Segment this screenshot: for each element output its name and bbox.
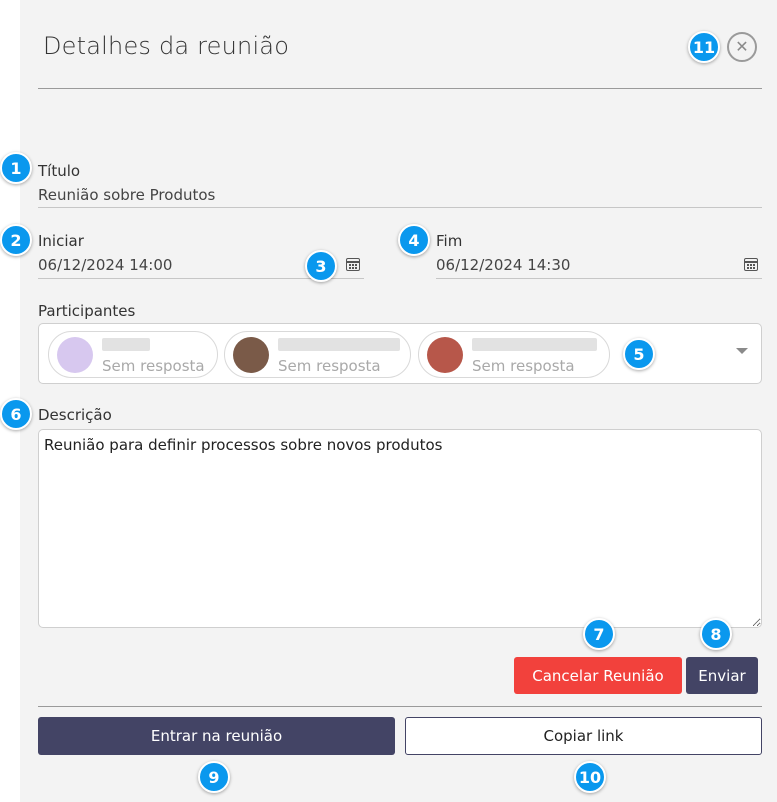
annotation-badge: 2 bbox=[0, 224, 32, 256]
annotation-badge: 10 bbox=[574, 761, 606, 793]
participant-status: Sem resposta bbox=[102, 357, 205, 375]
description-label: Descrição bbox=[38, 406, 112, 424]
annotation-badge: 6 bbox=[0, 398, 32, 430]
send-button[interactable]: Enviar bbox=[686, 657, 758, 694]
end-label: Fim bbox=[436, 232, 463, 250]
annotation-badge: 1 bbox=[0, 152, 32, 184]
avatar bbox=[57, 337, 93, 373]
close-icon: ✕ bbox=[735, 39, 749, 56]
title-field[interactable]: Reunião sobre Produtos bbox=[38, 186, 215, 204]
close-button[interactable]: ✕ bbox=[727, 32, 757, 62]
join-meeting-button[interactable]: Entrar na reunião bbox=[38, 717, 395, 755]
annotation-badge: 8 bbox=[700, 618, 732, 650]
calendar-icon[interactable] bbox=[346, 258, 360, 271]
participant-name-redacted bbox=[102, 338, 150, 351]
title-underline bbox=[38, 207, 762, 208]
end-underline bbox=[436, 278, 762, 279]
chevron-down-icon[interactable] bbox=[736, 348, 748, 354]
page-title: Detalhes da reunião bbox=[43, 32, 290, 60]
annotation-badge: 4 bbox=[398, 224, 430, 256]
cancel-meeting-button[interactable]: Cancelar Reunião bbox=[514, 657, 682, 694]
copy-link-button[interactable]: Copiar link bbox=[405, 717, 762, 755]
participant-name-redacted bbox=[278, 338, 400, 351]
participant-name-redacted bbox=[472, 338, 597, 351]
participant-chip[interactable]: Sem resposta bbox=[224, 331, 411, 378]
participant-chip[interactable]: Sem resposta bbox=[48, 331, 218, 378]
start-field[interactable]: 06/12/2024 14:00 bbox=[38, 256, 172, 274]
calendar-icon[interactable] bbox=[744, 258, 758, 271]
annotation-badge: 11 bbox=[688, 31, 720, 63]
avatar bbox=[427, 337, 463, 373]
avatar bbox=[233, 337, 269, 373]
annotation-badge: 7 bbox=[583, 618, 615, 650]
header-divider bbox=[38, 88, 762, 89]
title-label: Título bbox=[38, 162, 81, 180]
description-textarea[interactable]: Reunião para definir processos sobre nov… bbox=[38, 429, 762, 628]
participant-status: Sem resposta bbox=[472, 357, 575, 375]
footer-divider bbox=[38, 706, 762, 707]
end-field[interactable]: 06/12/2024 14:30 bbox=[436, 256, 570, 274]
annotation-badge: 3 bbox=[305, 250, 337, 282]
participant-status: Sem resposta bbox=[278, 357, 381, 375]
participant-chip[interactable]: Sem resposta bbox=[418, 331, 610, 378]
participants-label: Participantes bbox=[38, 302, 136, 320]
annotation-badge: 5 bbox=[623, 338, 655, 370]
start-label: Iniciar bbox=[38, 232, 84, 250]
annotation-badge: 9 bbox=[198, 761, 230, 793]
